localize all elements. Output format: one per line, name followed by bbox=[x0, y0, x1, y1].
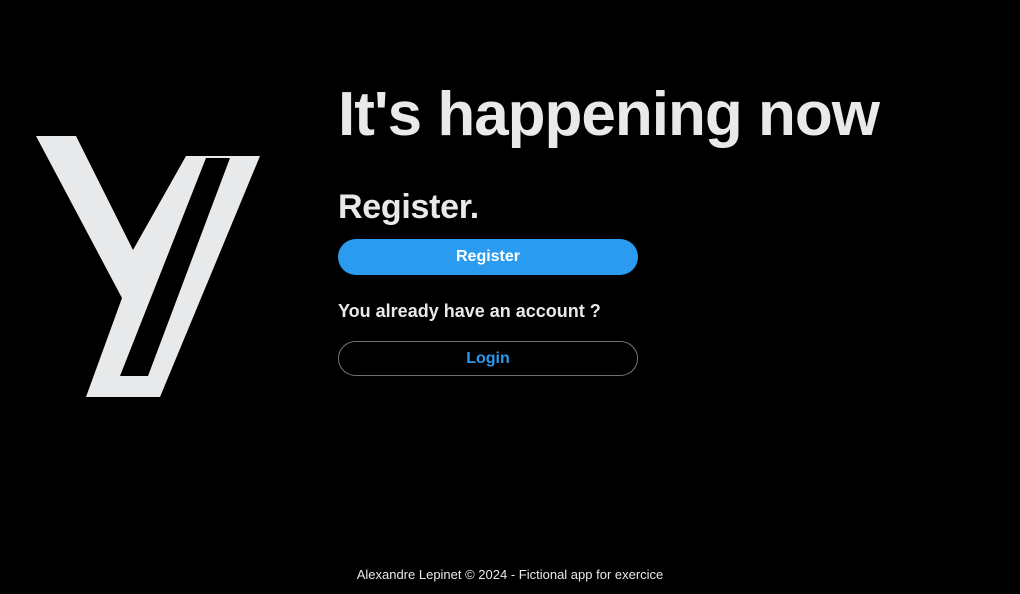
register-button[interactable]: Register bbox=[338, 239, 638, 275]
login-button[interactable]: Login bbox=[338, 341, 638, 376]
footer-text: Alexandre Lepinet © 2024 - Fictional app… bbox=[356, 567, 664, 582]
page-headline: It's happening now bbox=[338, 80, 880, 149]
account-prompt: You already have an account ? bbox=[338, 301, 601, 321]
landing-main: It's happening now Register. Register Yo… bbox=[338, 80, 978, 376]
y-logo-icon bbox=[36, 136, 262, 398]
register-heading: Register. bbox=[338, 188, 479, 226]
